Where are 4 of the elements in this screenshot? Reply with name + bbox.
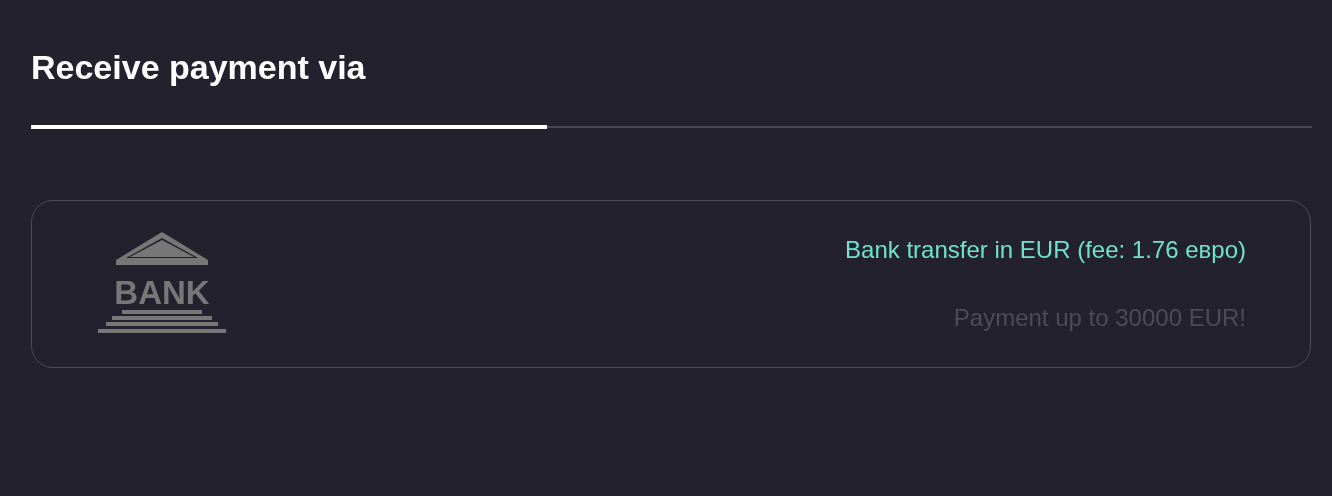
bank-building-icon bbox=[98, 232, 226, 333]
logo-text: BANK bbox=[114, 274, 210, 311]
page-title: Receive payment via bbox=[31, 47, 367, 87]
payment-method-name: Bank transfer in EUR (fee: 1.76 евро) bbox=[845, 235, 1246, 265]
